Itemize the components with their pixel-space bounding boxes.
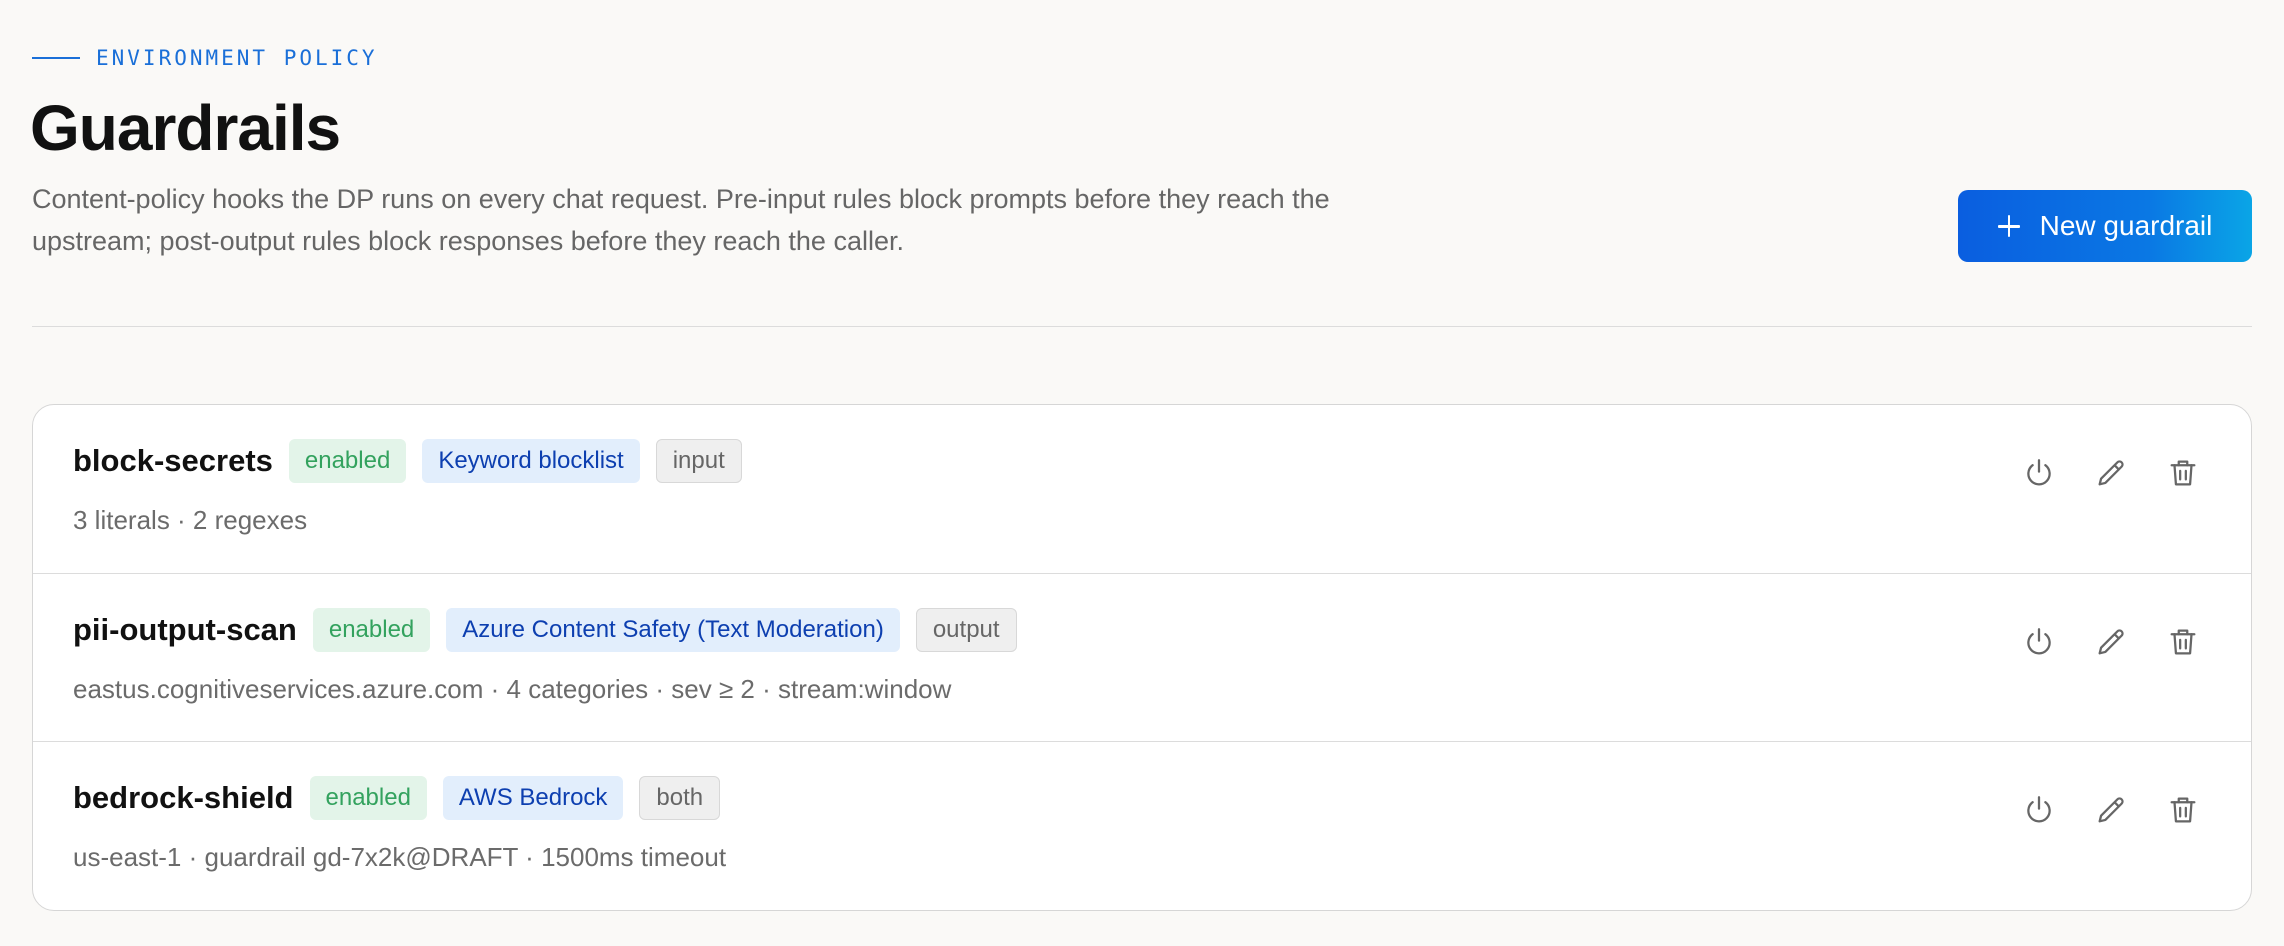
guardrail-meta: eastus.cognitiveservices.azure.com · 4 c… [73, 673, 952, 704]
guardrail-row[interactable]: block-secrets enabled Keyword blocklist … [33, 405, 2251, 574]
pencil-icon[interactable] [2093, 792, 2129, 828]
plus-icon [1997, 215, 2020, 237]
trash-icon[interactable] [2165, 624, 2201, 660]
page-description: Content-policy hooks the DP runs on ever… [32, 184, 1330, 256]
pencil-icon[interactable] [2093, 624, 2129, 660]
header-divider [32, 326, 2252, 327]
power-icon[interactable] [2021, 792, 2057, 828]
guardrail-meta: us-east-1 · guardrail gd-7x2k@DRAFT · 15… [73, 842, 727, 872]
provider-badge: AWS Bedrock [442, 776, 624, 820]
power-icon[interactable] [2021, 624, 2057, 660]
status-badge: enabled [309, 776, 427, 820]
guardrail-row[interactable]: pii-output-scan enabled Azure Content Sa… [33, 574, 2251, 742]
status-badge: enabled [288, 439, 407, 483]
section-eyebrow: ENVIRONMENT POLICY [32, 46, 378, 70]
status-badge: enabled [312, 607, 431, 652]
guardrail-list: block-secrets enabled Keyword blocklist … [32, 404, 2252, 911]
direction-badge: input [655, 439, 742, 483]
guardrail-name: pii-output-scan [73, 611, 297, 647]
eyebrow-label: ENVIRONMENT POLICY [96, 46, 378, 70]
power-icon[interactable] [2021, 455, 2057, 491]
guardrail-meta: 3 literals · 2 regexes [73, 505, 308, 535]
guardrails-page: ENVIRONMENT POLICY Guardrails Content-po… [0, 0, 2284, 946]
direction-badge: both [639, 776, 721, 820]
pencil-icon[interactable] [2093, 455, 2129, 491]
provider-badge: Keyword blocklist [422, 439, 640, 483]
direction-badge: output [915, 607, 1017, 652]
trash-icon[interactable] [2165, 792, 2201, 828]
guardrail-name: bedrock-shield [73, 780, 294, 815]
new-guardrail-label: New guardrail [2039, 210, 2213, 241]
guardrail-name: block-secrets [73, 443, 273, 478]
new-guardrail-button[interactable]: New guardrail [1958, 190, 2252, 262]
provider-badge: Azure Content Safety (Text Moderation) [446, 607, 900, 652]
page-title: Guardrails [30, 92, 341, 164]
trash-icon[interactable] [2165, 455, 2201, 491]
guardrail-row[interactable]: bedrock-shield enabled AWS Bedrock both … [33, 742, 2251, 910]
eyebrow-rule [32, 57, 80, 59]
